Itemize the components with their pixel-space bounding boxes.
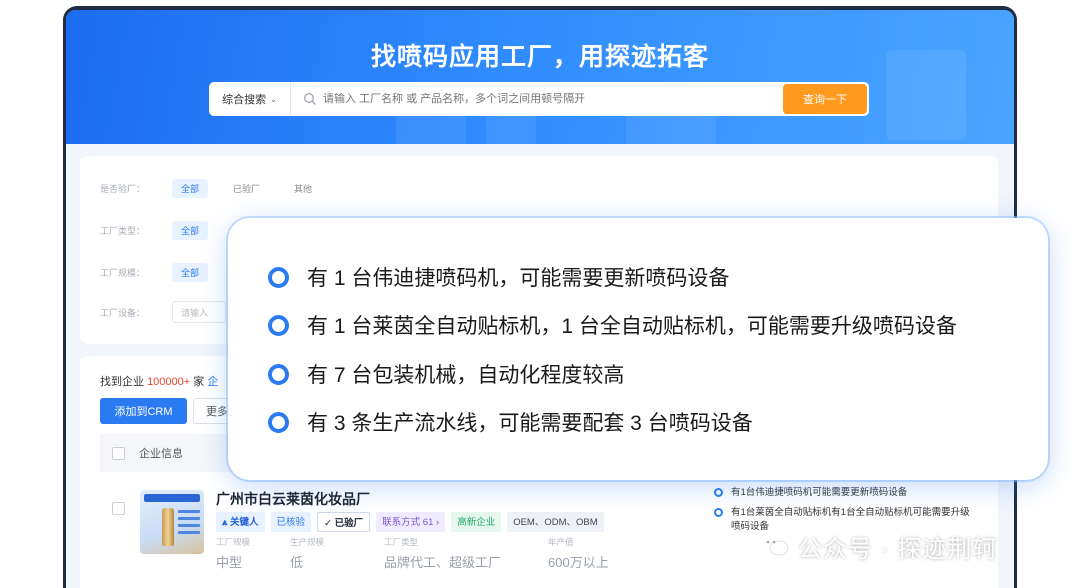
meta-label: 工厂类型 (384, 537, 419, 547)
tag-key-person[interactable]: ⩓ 关键人 (216, 512, 265, 532)
filter-row-verified: 是否验厂： 全部 已验厂 其他 (100, 178, 337, 198)
bullet-ring-icon (714, 488, 723, 497)
search-icon (304, 93, 316, 105)
insight-text: 有1台伟迪捷喷码机可能需要更新喷码设备 (731, 487, 908, 498)
insight-item: 有1台伟迪捷喷码机可能需要更新喷码设备 (714, 486, 974, 500)
watermark-text: 公众号 · 探迹荆轲 (798, 535, 998, 563)
bullet-ring-icon (268, 363, 289, 385)
search-bar: 综合搜索 ⌄ 查询一下 (209, 82, 869, 116)
insight-callout-card: 有 1 台伟迪捷喷码机，可能需要更新喷码设备 有 1 台莱茵全自动贴标机，1 台… (228, 218, 1048, 480)
search-scope-dropdown[interactable]: 综合搜索 ⌄ (209, 82, 291, 116)
filter-chip-other[interactable]: 其他 (285, 179, 321, 198)
company-name[interactable]: 广州市白云莱茵化妆品厂 (216, 489, 370, 509)
meta-label: 年产值 (548, 537, 574, 547)
equipment-input[interactable]: 请输入 (172, 301, 226, 323)
meta-value: 品牌代工、超级工厂 (384, 555, 502, 570)
wechat-icon (761, 536, 789, 556)
tag-factory-verified: ✓ 已验厂 (317, 512, 371, 532)
watermark: 公众号 · 探迹荆轲 (760, 526, 997, 566)
meta-label: 工厂规模 (216, 537, 251, 547)
search-scope-label: 综合搜索 (222, 94, 267, 106)
column-header-company: 企业信息 (139, 448, 183, 460)
meta-value: 低 (290, 555, 304, 570)
bullet-ring-icon (268, 266, 289, 288)
filter-chip-all[interactable]: 全部 (172, 178, 209, 198)
callout-item: 有 3 条生产流水线，可能需要配套 3 台喷码设备 (268, 407, 753, 437)
tag-oem: OEM、ODM、OBM (507, 512, 604, 532)
company-tags: ⩓ 关键人 已核验 ✓ 已验厂 联系方式 61 › 高新企业 OEM、ODM、O… (216, 512, 610, 532)
bullet-ring-icon (268, 411, 289, 433)
filter-chip-verified[interactable]: 已验厂 (224, 179, 269, 198)
filter-label: 是否验厂： (100, 183, 146, 194)
filter-chip-all[interactable]: 全部 (172, 220, 209, 240)
company-meta-values: 中型 低 品牌代工、超级工厂 600万以上 (216, 552, 609, 571)
found-link[interactable]: 企 (207, 376, 218, 388)
callout-item: 有 7 台包装机械，自动化程度较高 (268, 359, 624, 389)
tag-verified: 已核验 (270, 512, 312, 532)
found-suffix: 家 (193, 376, 205, 388)
tag-high-tech: 高新企业 (451, 512, 502, 532)
row-checkbox[interactable] (112, 502, 125, 515)
filter-row-equipment: 工厂设备： 请输入 (100, 301, 226, 323)
company-thumbnail[interactable] (140, 490, 204, 554)
found-count: 100000+ (147, 376, 191, 388)
more-button[interactable]: 更多 (193, 398, 233, 424)
callout-text: 有 7 台包装机械，自动化程度较高 (307, 364, 625, 387)
meta-label: 生产规模 (290, 537, 325, 547)
filter-row-scale: 工厂规模： 全部 (100, 262, 224, 282)
callout-text: 有 1 台伟迪捷喷码机，可能需要更新喷码设备 (307, 267, 730, 290)
chevron-down-icon: ⌄ (270, 94, 277, 104)
bullet-ring-icon (714, 508, 723, 517)
results-summary: 找到企业 100000+ 家 企 (100, 373, 218, 389)
callout-text: 有 1 台莱茵全自动贴标机，1 台全自动贴标机，可能需要升级喷码设备 (307, 315, 957, 338)
meta-value: 中型 (216, 555, 243, 570)
add-to-crm-button[interactable]: 添加到CRM (100, 398, 187, 424)
callout-item: 有 1 台莱茵全自动贴标机，1 台全自动贴标机，可能需要升级喷码设备 (268, 310, 957, 340)
filter-label: 工厂类型： (100, 225, 146, 236)
callout-item: 有 1 台伟迪捷喷码机，可能需要更新喷码设备 (268, 262, 729, 292)
filter-chip-all[interactable]: 全部 (172, 262, 209, 282)
company-meta-labels: 工厂规模 生产规模 工厂类型 年产值 (216, 536, 574, 548)
filter-label: 工厂设备： (100, 307, 146, 318)
hero-banner: 找喷码应用工厂，用探迹拓客 综合搜索 ⌄ 查询一下 (66, 10, 1014, 144)
search-button[interactable]: 查询一下 (783, 84, 867, 114)
meta-value: 600万以上 (548, 555, 609, 570)
filter-row-type: 工厂类型： 全部 (100, 220, 224, 240)
tag-contacts[interactable]: 联系方式 61 › (376, 512, 446, 532)
bullet-ring-icon (268, 314, 289, 336)
callout-text: 有 3 条生产流水线，可能需要配套 3 台喷码设备 (307, 412, 753, 435)
filter-label: 工厂规模： (100, 267, 146, 278)
select-all-checkbox[interactable] (112, 446, 125, 460)
page-title: 找喷码应用工厂，用探迹拓客 (370, 43, 709, 71)
found-prefix: 找到企业 (100, 376, 144, 388)
